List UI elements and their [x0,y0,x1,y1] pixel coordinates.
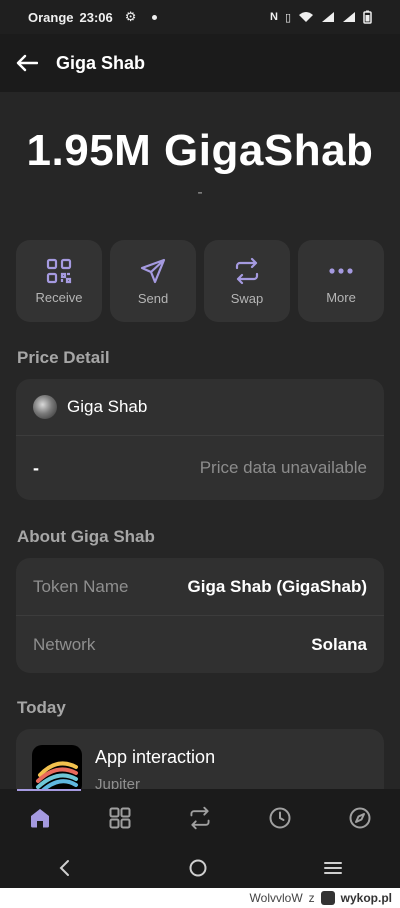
clock: 23:06 [79,9,113,25]
status-bar: Orange 23:06 ⚙ N ▯ [0,0,400,34]
watermark-site: wykop.pl [340,891,392,905]
price-row: - Price data unavailable [16,436,384,500]
more-icon [329,267,353,274]
token-balance: 1.95M GigaShab [26,126,374,175]
apps-grid-icon [109,807,131,829]
send-button[interactable]: Send [110,240,196,322]
token-detail-content[interactable]: 1.95M GigaShab - Receive Send Swap More … [0,92,400,789]
tab-swap[interactable] [170,806,230,830]
app-header: Giga Shab [0,34,400,92]
watermark-separator: z [308,891,315,905]
token-name-label: Giga Shab [67,397,148,416]
watermark-user: WolvvloW [249,891,303,905]
fiat-balance: - [197,184,203,201]
nav-back-icon[interactable] [57,859,73,877]
tab-collectibles[interactable] [90,806,150,830]
price-value: - [33,457,39,478]
price-status: Price data unavailable [199,458,367,477]
activity-title: App interaction [95,747,216,767]
qr-code-icon [46,258,72,283]
page-title: Giga Shab [56,52,146,73]
network-row: Network Solana [16,616,384,673]
system-nav-bar [0,847,400,888]
today-heading: Today [17,698,66,717]
price-detail-heading: Price Detail [17,348,110,367]
notification-dot-icon [152,14,158,20]
explore-icon [349,807,371,829]
send-icon [140,258,166,283]
back-arrow-icon[interactable] [16,54,38,72]
watermark-footer: WolvvloW z wykop.pl [0,888,400,908]
token-row[interactable]: Giga Shab [16,379,384,435]
send-label: Send [137,290,169,306]
more-button[interactable]: More [298,240,384,322]
token-name-row: Token Name Giga Shab (GigaShab) [16,558,384,615]
battery-icon [363,10,372,24]
jupiter-app-icon [32,745,82,789]
wifi-icon [299,12,313,22]
activity-subtitle: Jupiter [95,776,141,789]
token-logo-icon [33,395,57,419]
nav-home-icon[interactable] [188,858,208,878]
action-buttons: Receive Send Swap More [16,240,384,322]
bottom-tab-bar [0,789,400,847]
history-icon [269,807,291,829]
tab-history[interactable] [250,806,310,830]
signal-icon-2 [343,12,355,22]
price-detail-card: Giga Shab - Price data unavailable [16,379,384,500]
nfc-icon: N [269,11,278,23]
wykop-logo-icon [320,891,335,905]
network-value: Solana [311,634,367,654]
token-name-value: Giga Shab (GigaShab) [187,576,367,596]
swap-label: Swap [230,290,264,306]
more-label: More [326,289,356,305]
settings-status-icon: ⚙ [124,9,137,24]
home-icon [31,809,49,828]
receive-button[interactable]: Receive [16,240,102,322]
vibrate-icon: ▯ [284,11,291,24]
carrier-label: Orange [28,9,74,25]
activity-item[interactable]: App interaction Jupiter [16,729,384,789]
network-key: Network [33,634,96,654]
nav-recents-icon[interactable] [323,860,343,876]
tab-explore[interactable] [330,806,390,830]
about-heading: About Giga Shab [17,527,155,546]
swap-icon [190,806,210,830]
about-card: Token Name Giga Shab (GigaShab) Network … [16,558,384,673]
token-name-key: Token Name [33,576,129,596]
tab-home[interactable] [10,806,70,830]
signal-icon [322,12,334,22]
receive-label: Receive [35,289,83,305]
swap-button[interactable]: Swap [204,240,290,322]
swap-icon [235,257,259,284]
active-tab-indicator [17,789,81,791]
